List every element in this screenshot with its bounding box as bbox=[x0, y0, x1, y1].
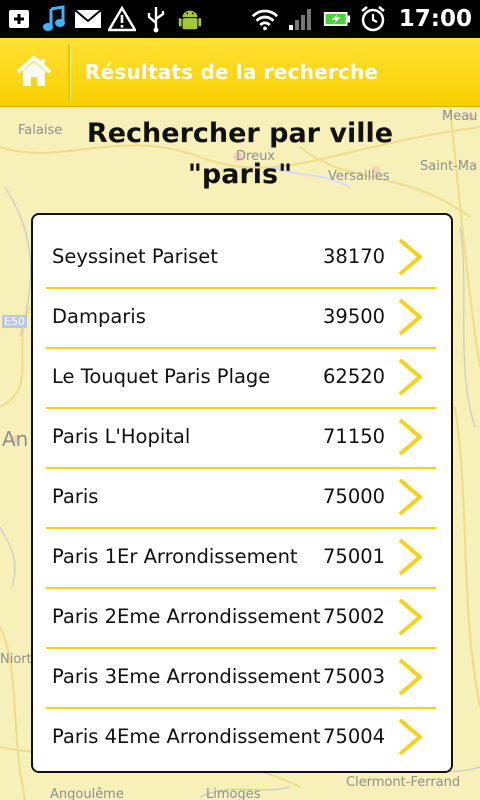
result-item[interactable]: Paris L'Hopital 71150 bbox=[46, 407, 436, 469]
chevron-right-icon bbox=[398, 298, 422, 336]
postal-code: 39500 bbox=[323, 305, 386, 328]
city-name: Paris 2Eme Arrondissement bbox=[52, 605, 321, 628]
city-name: Paris 1Er Arrondissement bbox=[52, 545, 298, 568]
result-item[interactable]: Le Touquet Paris Plage 62520 bbox=[46, 347, 436, 409]
fade-bottom bbox=[33, 751, 451, 771]
chevron-right-icon bbox=[398, 478, 422, 516]
wifi-icon bbox=[251, 5, 279, 33]
chevron-right-icon bbox=[398, 358, 422, 396]
postal-code: 75000 bbox=[323, 485, 386, 508]
postal-code: 38170 bbox=[323, 245, 386, 268]
chevron-right-icon bbox=[398, 538, 422, 576]
result-item[interactable]: Paris 2Eme Arrondissement 75002 bbox=[46, 587, 436, 649]
result-item[interactable]: Paris 3Eme Arrondissement 75003 bbox=[46, 647, 436, 709]
page-title: Résultats de la recherche bbox=[85, 60, 379, 84]
result-item[interactable]: Paris 1Er Arrondissement 75001 bbox=[46, 527, 436, 589]
map-label: Limoges bbox=[206, 787, 261, 800]
search-query: "paris" bbox=[187, 159, 293, 190]
postal-code: 62520 bbox=[323, 365, 386, 388]
postal-code: 71150 bbox=[323, 425, 386, 448]
search-heading: Rechercher par ville bbox=[86, 118, 394, 149]
usb-plus-icon bbox=[6, 5, 34, 33]
results-list[interactable]: Seyssinet Pariset 38170 Damparis 39500 L… bbox=[31, 213, 453, 773]
battery-charging-icon bbox=[323, 5, 351, 33]
android-icon bbox=[176, 5, 204, 33]
city-name: Paris 3Eme Arrondissement bbox=[52, 665, 321, 688]
clock: 17:00 bbox=[398, 6, 472, 32]
map-label: Angoulême bbox=[50, 787, 124, 800]
map-label: Clermont-Ferrand bbox=[346, 775, 461, 790]
home-icon bbox=[16, 56, 52, 86]
city-name: Seyssinet Pariset bbox=[52, 245, 218, 268]
signal-icon bbox=[287, 5, 315, 33]
city-name: Damparis bbox=[52, 305, 146, 328]
map-label: Niort bbox=[0, 652, 32, 667]
home-button[interactable] bbox=[0, 38, 68, 106]
postal-code: 75001 bbox=[323, 545, 386, 568]
music-note-icon bbox=[40, 5, 68, 33]
action-bar: Résultats de la recherche bbox=[0, 38, 480, 107]
result-item[interactable]: Damparis 39500 bbox=[46, 287, 436, 349]
usb-icon bbox=[142, 5, 170, 33]
chevron-right-icon bbox=[398, 658, 422, 696]
result-item[interactable]: Seyssinet Pariset 38170 bbox=[46, 227, 436, 289]
city-name: Le Touquet Paris Plage bbox=[52, 365, 271, 388]
mail-icon bbox=[74, 5, 102, 33]
map-label: An bbox=[2, 427, 29, 451]
notification-icons bbox=[0, 0, 204, 38]
alarm-icon bbox=[359, 5, 387, 33]
postal-code: 75003 bbox=[323, 665, 386, 688]
map-label: E50 bbox=[2, 315, 27, 328]
city-name: Paris L'Hopital bbox=[52, 425, 191, 448]
postal-code: 75002 bbox=[323, 605, 386, 628]
chevron-right-icon bbox=[398, 238, 422, 276]
status-bar: 17:00 bbox=[0, 0, 480, 38]
chevron-right-icon bbox=[398, 418, 422, 456]
city-name: Paris bbox=[52, 485, 99, 508]
result-item[interactable]: Paris 75000 bbox=[46, 467, 436, 529]
chevron-right-icon bbox=[398, 598, 422, 636]
title-separator bbox=[68, 44, 71, 100]
system-icons: 17:00 bbox=[251, 0, 480, 38]
warning-icon bbox=[108, 5, 136, 33]
